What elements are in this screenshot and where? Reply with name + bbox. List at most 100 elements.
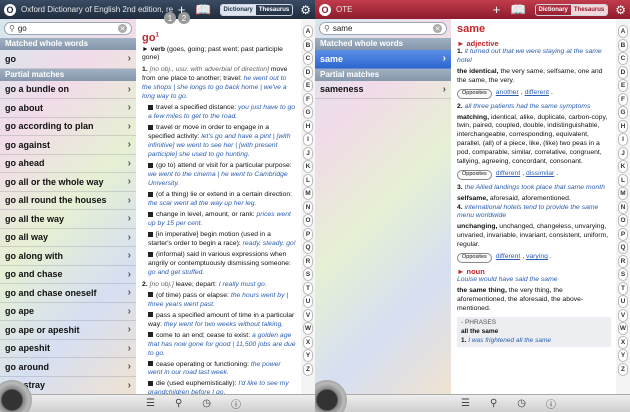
search-value[interactable]: same bbox=[333, 24, 433, 33]
alphabet-letter[interactable]: S bbox=[618, 268, 628, 281]
alphabet-letter[interactable]: J bbox=[618, 146, 628, 160]
history-icon[interactable]: ◷ bbox=[517, 398, 526, 409]
list-item[interactable]: go and chase oneself › bbox=[0, 284, 136, 303]
list-item[interactable]: go › bbox=[0, 50, 136, 69]
search-input[interactable]: ⚲ same ✕ bbox=[319, 22, 447, 35]
mode-switch[interactable]: Dictionary Thesaurus bbox=[219, 3, 294, 16]
clear-icon[interactable]: ✕ bbox=[433, 24, 442, 33]
oxford-logo-icon[interactable]: O bbox=[4, 3, 16, 16]
alphabet-letter[interactable]: Y bbox=[618, 349, 628, 362]
opposites-button[interactable]: Opposites bbox=[457, 253, 492, 263]
alphabet-letter[interactable]: P bbox=[618, 227, 628, 241]
history-icon[interactable]: ◷ bbox=[202, 398, 211, 409]
opposite-link[interactable]: varying bbox=[526, 253, 548, 262]
alphabet-letter[interactable]: U bbox=[618, 295, 628, 308]
alphabet-letter[interactable]: E bbox=[618, 79, 628, 92]
search-icon[interactable]: ⚲ bbox=[175, 398, 182, 409]
opposite-link[interactable]: different bbox=[496, 253, 520, 262]
alphabet-letter[interactable]: L bbox=[303, 173, 313, 187]
list-item[interactable]: go all the way › bbox=[0, 210, 136, 229]
alphabet-letter[interactable]: X bbox=[618, 335, 628, 349]
list-item[interactable]: go all round the houses › bbox=[0, 192, 136, 210]
opposite-link[interactable]: different bbox=[525, 89, 549, 98]
alphabet-index[interactable]: ABCDEFGHIJKLMNOPQRSTUVWXYZ bbox=[301, 19, 315, 394]
list-item[interactable]: go along with › bbox=[0, 247, 136, 266]
alphabet-letter[interactable]: U bbox=[303, 295, 313, 308]
alphabet-letter[interactable]: N bbox=[618, 200, 628, 214]
alphabet-letter[interactable]: M bbox=[618, 187, 628, 200]
alphabet-letter[interactable]: X bbox=[303, 335, 313, 349]
list-item[interactable]: go ape or apeshit › bbox=[0, 321, 136, 340]
mode-switch[interactable]: Dictionary Thesaurus bbox=[534, 3, 609, 16]
list-item[interactable]: go against › bbox=[0, 136, 136, 155]
list-item[interactable]: go all or the whole way › bbox=[0, 173, 136, 192]
alphabet-letter[interactable]: V bbox=[303, 308, 313, 322]
list-item[interactable]: go around › bbox=[0, 358, 136, 377]
alphabet-letter[interactable]: Y bbox=[303, 349, 313, 362]
list-item[interactable]: go all way › bbox=[0, 229, 136, 247]
tab-dictionary[interactable]: Dictionary bbox=[536, 5, 571, 15]
alphabet-letter[interactable]: T bbox=[303, 281, 313, 295]
opposite-link[interactable]: different bbox=[496, 170, 520, 179]
alphabet-letter[interactable]: H bbox=[618, 119, 628, 133]
alphabet-letter[interactable]: F bbox=[618, 92, 628, 106]
alphabet-letter[interactable]: D bbox=[303, 65, 313, 79]
alphabet-letter[interactable]: W bbox=[303, 322, 313, 335]
alphabet-letter[interactable]: F bbox=[303, 92, 313, 106]
alphabet-letter[interactable]: Z bbox=[303, 362, 313, 376]
tab-thesaurus[interactable]: Thesaurus bbox=[256, 5, 292, 15]
opposite-link[interactable]: another bbox=[496, 89, 519, 98]
alphabet-letter[interactable]: E bbox=[303, 79, 313, 92]
search-input[interactable]: ⚲ go ✕ bbox=[4, 22, 132, 35]
alphabet-letter[interactable]: M bbox=[303, 187, 313, 200]
alphabet-letter[interactable]: A bbox=[303, 25, 313, 38]
search-icon[interactable]: ⚲ bbox=[490, 398, 497, 409]
opposites-button[interactable]: Opposites bbox=[457, 170, 492, 180]
opposites-button[interactable]: Opposites bbox=[457, 89, 492, 99]
alphabet-letter[interactable]: N bbox=[303, 200, 313, 214]
list-item[interactable]: go ape › bbox=[0, 303, 136, 321]
tab-dictionary[interactable]: Dictionary bbox=[220, 4, 256, 15]
alphabet-letter[interactable]: D bbox=[618, 65, 628, 79]
alphabet-letter[interactable]: O bbox=[303, 214, 313, 227]
alphabet-letter[interactable]: Q bbox=[618, 241, 628, 254]
alphabet-letter[interactable]: R bbox=[303, 254, 313, 268]
alphabet-letter[interactable]: G bbox=[618, 106, 628, 119]
alphabet-letter[interactable]: Q bbox=[303, 241, 313, 254]
list-icon[interactable]: ☰ bbox=[461, 398, 470, 409]
alphabet-letter[interactable]: B bbox=[303, 38, 313, 52]
list-item[interactable]: go ahead › bbox=[0, 155, 136, 173]
alphabet-letter[interactable]: G bbox=[303, 106, 313, 119]
alphabet-letter[interactable]: L bbox=[618, 173, 628, 187]
alphabet-letter[interactable]: K bbox=[303, 160, 313, 173]
gear-icon[interactable]: ⚙ bbox=[615, 3, 626, 17]
alphabet-letter[interactable]: S bbox=[303, 268, 313, 281]
alphabet-letter[interactable]: H bbox=[303, 119, 313, 133]
add-icon[interactable]: + bbox=[493, 3, 501, 16]
tab-thesaurus[interactable]: Thesaurus bbox=[570, 4, 608, 15]
list-item[interactable]: sameness › bbox=[315, 81, 451, 99]
alphabet-index[interactable]: ABCDEFGHIJKLMNOPQRSTUVWXYZ bbox=[616, 19, 630, 394]
list-item[interactable]: go apeshit › bbox=[0, 340, 136, 358]
alphabet-letter[interactable]: Z bbox=[618, 362, 628, 376]
alphabet-letter[interactable]: P bbox=[303, 227, 313, 241]
list-icon[interactable]: ☰ bbox=[146, 398, 155, 409]
list-item[interactable]: go a bundle on › bbox=[0, 81, 136, 99]
alphabet-letter[interactable]: I bbox=[618, 133, 628, 146]
list-item[interactable]: go according to plan › bbox=[0, 118, 136, 136]
alphabet-letter[interactable]: A bbox=[618, 25, 628, 38]
opposite-link[interactable]: dissimilar bbox=[526, 170, 554, 179]
alphabet-letter[interactable]: T bbox=[618, 281, 628, 295]
alphabet-letter[interactable]: K bbox=[618, 160, 628, 173]
clear-icon[interactable]: ✕ bbox=[118, 24, 127, 33]
book-icon[interactable]: 📖 bbox=[510, 3, 526, 16]
alphabet-letter[interactable]: C bbox=[303, 52, 313, 65]
gear-icon[interactable]: ⚙ bbox=[300, 3, 311, 17]
alphabet-letter[interactable]: C bbox=[618, 52, 628, 65]
search-value[interactable]: go bbox=[18, 24, 118, 33]
alphabet-letter[interactable]: I bbox=[303, 133, 313, 146]
alphabet-letter[interactable]: W bbox=[618, 322, 628, 335]
list-item[interactable]: go and chase › bbox=[0, 266, 136, 284]
book-icon[interactable]: 📖 bbox=[195, 3, 211, 16]
info-icon[interactable]: ⓘ bbox=[546, 396, 556, 411]
